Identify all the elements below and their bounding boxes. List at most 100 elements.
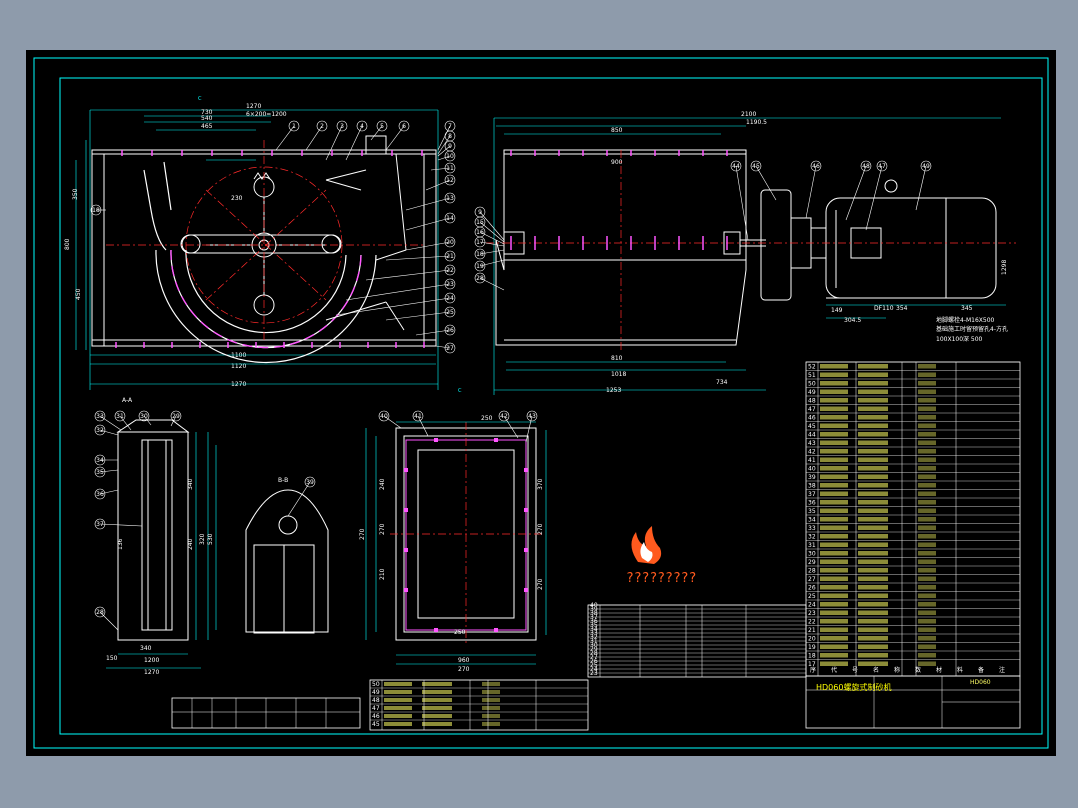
- balloon-5: 5: [370, 120, 388, 141]
- balloon-label: 30: [140, 413, 148, 420]
- balloon-28: 28: [94, 606, 119, 631]
- dim-front-1270b: 1270: [231, 381, 246, 388]
- bom-name-cell: [858, 559, 888, 564]
- bom-item-number: 19: [808, 644, 816, 651]
- bom-item-number: 24: [808, 602, 816, 609]
- balloon-label: 19: [476, 263, 484, 270]
- bom-item-number: 49: [372, 689, 380, 696]
- bom-code-cell: [820, 389, 848, 394]
- bom-code-cell: [820, 644, 848, 649]
- balloon-45: 45: [750, 160, 777, 201]
- bom-item-number: 26: [808, 585, 816, 592]
- bom-material-cell: [918, 364, 936, 369]
- bolt-hole: [404, 548, 408, 552]
- balloon-label: 36: [96, 491, 104, 498]
- bom-item-number: 23: [808, 610, 816, 617]
- balloon-label: 28: [96, 609, 104, 616]
- bom-item-number: 27: [808, 576, 816, 583]
- bom-name-cell: [858, 653, 888, 658]
- bom-code-cell: [384, 690, 412, 694]
- balloon-label: 18: [476, 251, 484, 258]
- bom-name-cell: [858, 466, 888, 471]
- bom-material-cell: [918, 534, 936, 539]
- dim-side-850: 850: [611, 127, 623, 134]
- bom-item-number: 23: [590, 670, 598, 677]
- balloon-label: 5: [380, 123, 384, 130]
- bom-item-number: 37: [808, 491, 816, 498]
- cad-drawing: 1270 730 540 465 6×200=1200 230 350 800 …: [33, 50, 1049, 749]
- bom-material-cell: [918, 593, 936, 598]
- balloon-label: 42: [500, 413, 508, 420]
- motor-note-line1: 地脚螺栓4-M16X500: [936, 316, 995, 324]
- bom-code-cell: [820, 610, 848, 615]
- dim-side-2100: 2100: [741, 111, 756, 118]
- bom-code-cell: [820, 661, 848, 666]
- bom-material-cell: [918, 542, 936, 547]
- bom-middle: 403938373635343332313029282726252423: [587, 602, 807, 678]
- balloon-1: 1: [275, 120, 300, 151]
- bom-code-cell: [820, 372, 848, 377]
- balloon-label: 23: [446, 281, 454, 288]
- bom-code-cell: [820, 559, 848, 564]
- balloon-23: 23: [345, 278, 456, 301]
- bom-name-cell: [858, 610, 888, 615]
- bom-material-cell: [918, 500, 936, 505]
- balloon-27: 27: [435, 342, 456, 354]
- bom-name-cell: [858, 423, 888, 428]
- dim-front-6x200: 6×200=1200: [246, 111, 287, 118]
- bolt-hole: [404, 588, 408, 592]
- bom-code-cell: [820, 406, 848, 411]
- balloon-label: 48: [862, 163, 870, 170]
- dim-c-545: 270: [458, 666, 470, 673]
- bom-material-cell: [918, 517, 936, 522]
- bom-item-number: 47: [372, 705, 380, 712]
- balloon-label: 49: [922, 163, 930, 170]
- balloon-12: 12: [425, 174, 456, 191]
- dim-c-460: 960: [458, 657, 470, 664]
- bolt-hole: [434, 438, 438, 442]
- bom-code-cell: [820, 585, 848, 590]
- dim-side-1298: 1298: [1001, 260, 1008, 275]
- bom-item-number: 30: [808, 551, 816, 558]
- bom-item-number: 45: [808, 423, 816, 430]
- bom-name-cell: [858, 661, 888, 666]
- bom-code-cell: [820, 653, 848, 658]
- balloon-20: 20: [405, 236, 456, 251]
- balloon-label: 2: [320, 123, 324, 130]
- dim-aa-340b: 340: [187, 478, 194, 490]
- bom-material-cell: [918, 440, 936, 445]
- bom-material-cell: [918, 415, 936, 420]
- bom-name-cell: [858, 415, 888, 420]
- balloon-48: 48: [845, 160, 872, 221]
- balloon-label: 25: [446, 309, 454, 316]
- bom-name-cell: [422, 706, 452, 710]
- bom-name-cell: [858, 500, 888, 505]
- bom-code-cell: [384, 682, 412, 686]
- drawing-title: HD060螺旋式制砂机: [816, 682, 891, 692]
- bom-item-number: 45: [372, 721, 380, 728]
- bom-name-cell: [858, 457, 888, 462]
- dim-c-240: 240: [379, 478, 386, 490]
- bom-item-number: 48: [808, 398, 816, 405]
- balloon-label: 24: [446, 295, 454, 302]
- bom-name-cell: [858, 381, 888, 386]
- balloon-label: 32: [96, 427, 104, 434]
- bom-code-cell: [820, 398, 848, 403]
- bom-name-cell: [422, 722, 452, 726]
- bom-material-cell: [482, 698, 500, 702]
- revision-block: [171, 697, 361, 729]
- bom-material-cell: [918, 627, 936, 632]
- bom-item-number: 44: [808, 432, 816, 439]
- bom-name-cell: [858, 534, 888, 539]
- bom-material-cell: [918, 619, 936, 624]
- bom-item-number: 32: [808, 534, 816, 541]
- dim-side-354: 354: [896, 305, 908, 312]
- balloon-label: 9: [448, 143, 452, 150]
- bom-name-cell: [858, 644, 888, 649]
- dim-side-1253: 1253: [606, 387, 621, 394]
- bom-code-cell: [820, 457, 848, 462]
- dim-aa-240: 240: [187, 538, 194, 550]
- bom-item-number: 20: [808, 636, 816, 643]
- balloon-label: 47: [878, 163, 886, 170]
- bolt-hole: [524, 508, 528, 512]
